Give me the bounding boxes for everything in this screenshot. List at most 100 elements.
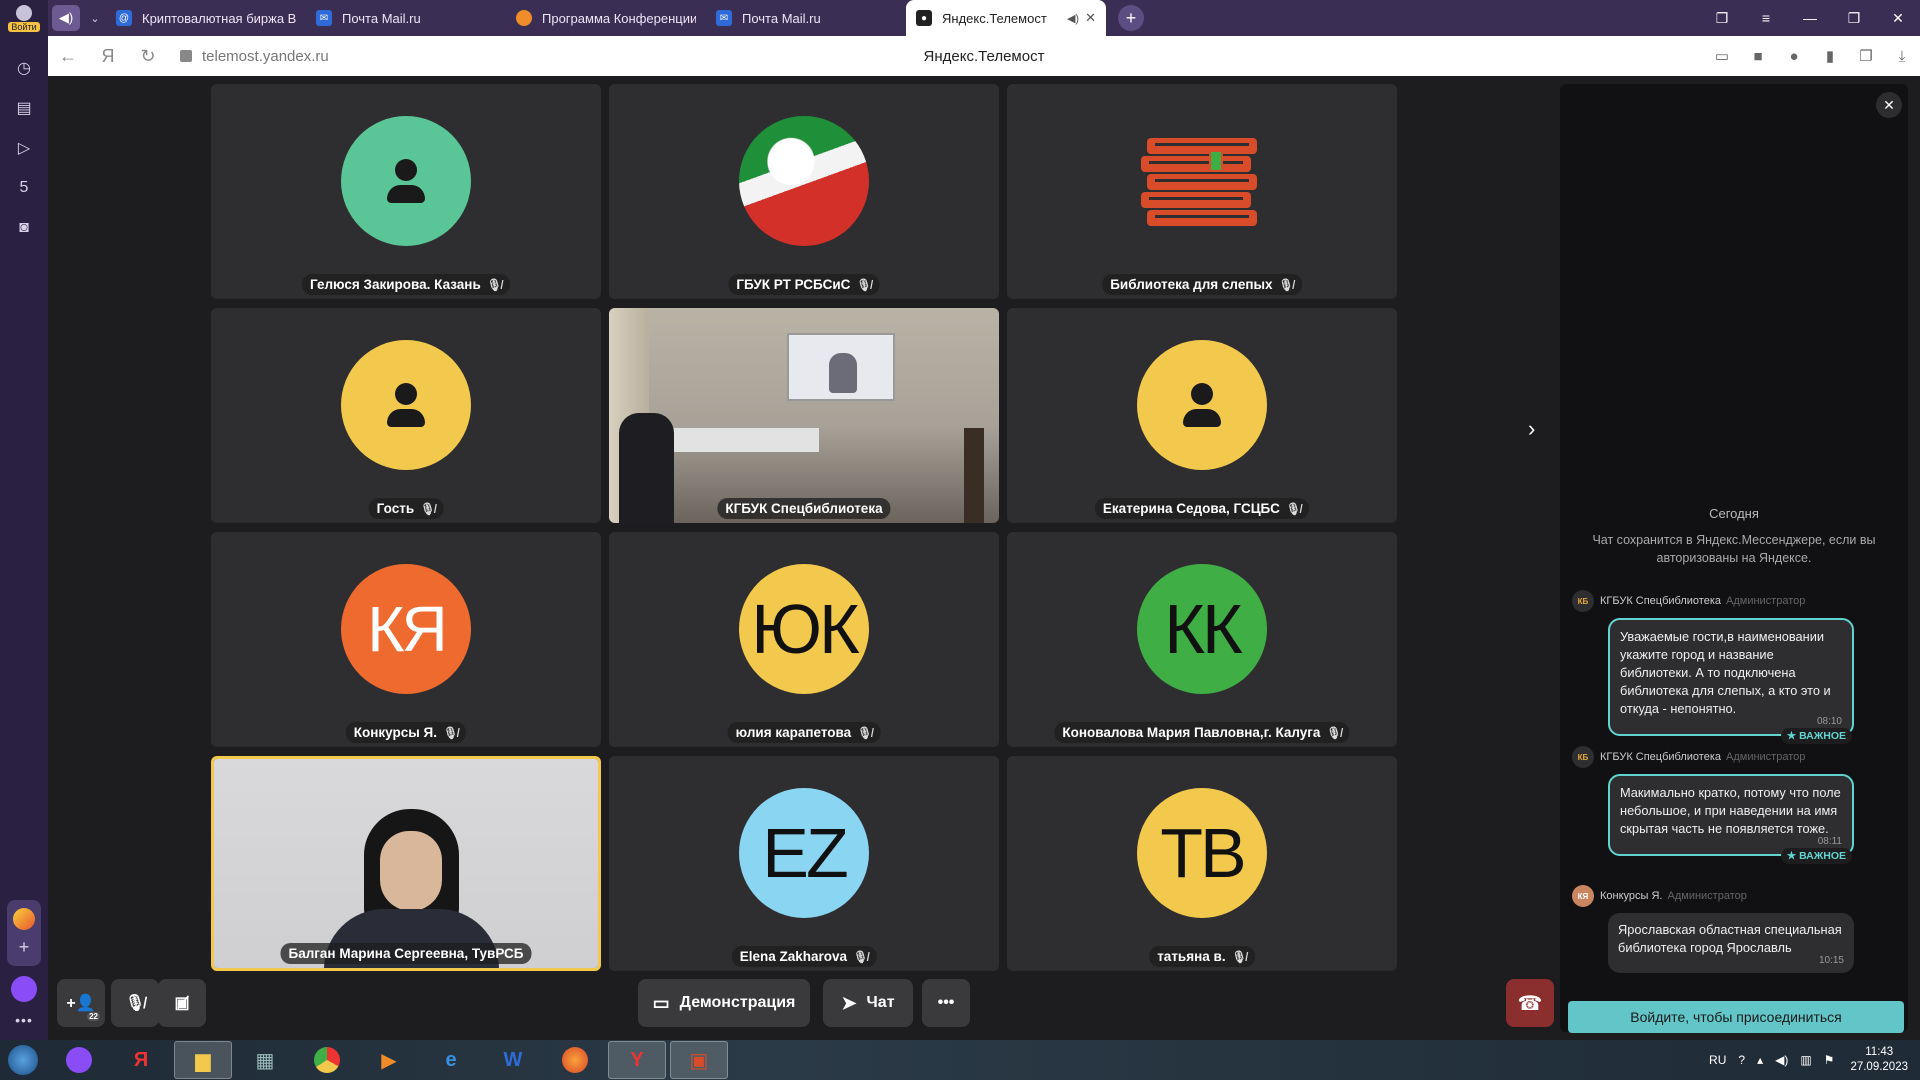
presentation-app-icon[interactable]: ▣ (670, 1041, 728, 1079)
url-field[interactable]: telemost.yandex.ru (180, 48, 329, 65)
initials-avatar: ТВ (1137, 788, 1267, 918)
restore-button[interactable]: ❐ (1832, 0, 1876, 36)
message-author: КГБУК Спецбиблиотека (1600, 751, 1721, 763)
more-options-button[interactable]: ••• (922, 979, 970, 1027)
next-page-chevron-icon[interactable]: › (1528, 416, 1535, 442)
screenshot-icon[interactable]: ◙ (10, 214, 38, 242)
message-role: Администратор (1667, 890, 1747, 902)
microphone-icon[interactable]: ● (1776, 36, 1812, 76)
language-indicator[interactable]: RU (1709, 1053, 1726, 1067)
new-tab-button[interactable]: + (1118, 5, 1144, 31)
flag-icon[interactable]: ⚑ (1824, 1053, 1835, 1067)
add-icon[interactable]: + (19, 937, 30, 958)
word-icon[interactable]: W (484, 1041, 542, 1079)
bookmarks-icon[interactable]: ❐ (1700, 0, 1744, 36)
yandex-icon[interactable]: Я (88, 36, 128, 76)
login-label: Войти (8, 21, 40, 32)
minimize-button[interactable]: — (1788, 0, 1832, 36)
sound-icon[interactable]: ◀) (52, 5, 80, 31)
initials-avatar: КЯ (341, 564, 471, 694)
windows-logo-icon (8, 1045, 38, 1075)
login-button[interactable]: Войти (0, 0, 48, 36)
tab-mail-2[interactable]: ✉ Почта Mail.ru (706, 0, 906, 36)
games-icon[interactable] (13, 907, 35, 930)
message-bubble[interactable]: Уважаемые гости,в наименовании укажите г… (1608, 618, 1854, 736)
camera-icon[interactable]: ■ (1740, 36, 1776, 76)
media-player-icon[interactable]: ▶ (360, 1041, 418, 1079)
camera-off-button[interactable]: ▣̸ (158, 979, 206, 1027)
yandex-app-icon[interactable]: Я (112, 1041, 170, 1079)
mic-off-icon: 🎙︎̸ (442, 725, 459, 740)
message-bubble[interactable]: Макимально кратко, потому что поле небол… (1608, 774, 1854, 856)
participant-tile[interactable]: ТВ татьяна в. 🎙︎̸ (1007, 756, 1397, 971)
bookmark-icon[interactable]: ▮ (1812, 36, 1848, 76)
window-controls: ❐ ≡ — ❐ ✕ (1700, 0, 1920, 36)
history-icon[interactable]: ◷ (10, 54, 38, 82)
chevron-down-icon[interactable]: ⌄ (84, 5, 106, 31)
page-title: Яндекс.Телемост (923, 47, 1045, 65)
participant-tile[interactable]: КК Коновалова Мария Павловна,г. Калуга 🎙︎… (1007, 532, 1397, 747)
add-participant-button[interactable]: +👤 22 (57, 979, 105, 1027)
chrome-icon[interactable] (298, 1041, 356, 1079)
back-icon[interactable]: ← (48, 36, 88, 76)
participant-video-tile-speaking[interactable]: Балган Марина Сергеевна, ТувРСБ (211, 756, 601, 971)
tab-program[interactable]: Программа Конференции (506, 0, 706, 36)
hang-up-button[interactable]: ☎ (1506, 979, 1554, 1027)
media-app-icon[interactable]: ▦ (236, 1041, 294, 1079)
clock[interactable]: 11:43 27.09.2023 (1850, 1045, 1908, 1075)
participant-tile[interactable]: EZ Elena Zakharova 🎙︎̸ (609, 756, 999, 971)
reload-icon[interactable]: ↻ (128, 36, 168, 76)
network-icon[interactable]: ▥ (1800, 1053, 1811, 1067)
participant-tile[interactable]: ЮК юлия карапетова 🎙︎̸ (609, 532, 999, 747)
tab-telemost[interactable]: ● Яндекс.Телемост ◀) ✕ (906, 0, 1106, 36)
yandex-browser-icon[interactable]: Y (608, 1041, 666, 1079)
tab-title: Почта Mail.ru (342, 10, 421, 26)
lock-icon (180, 50, 192, 62)
participant-name: Екатерина Седова, ГСЦБС 🎙︎̸ (1094, 498, 1310, 519)
browser-tab-bar: Войти ◀) ⌄ @ Криптовалютная биржа B ✉ По… (0, 0, 1920, 36)
firefox-icon[interactable] (546, 1041, 604, 1079)
chat-button[interactable]: ➤ Чат (823, 979, 913, 1027)
menu-icon[interactable]: ≡ (1744, 0, 1788, 36)
participant-tile[interactable]: КЯ Конкурсы Я. 🎙︎̸ (211, 532, 601, 747)
mute-button[interactable]: 🎙︎̸ (111, 979, 159, 1027)
message-text: Уважаемые гости,в наименовании укажите г… (1620, 629, 1831, 716)
participant-name: Коновалова Мария Павловна,г. Калуга 🎙︎̸ (1054, 722, 1350, 743)
participant-tile[interactable]: Гость 🎙︎̸ (211, 308, 601, 523)
chat-notice: Чат сохранится в Яндекс.Мессенджере, есл… (1592, 533, 1876, 565)
chat-panel: ✕ Сегодня Чат сохранится в Яндекс.Мессен… (1560, 84, 1908, 1033)
close-icon[interactable]: ✕ (1085, 10, 1096, 26)
download-icon[interactable]: ⤓ (1884, 36, 1920, 76)
phone-hangup-icon: ☎ (1517, 992, 1543, 1015)
extensions-icon[interactable]: ❐ (1848, 36, 1884, 76)
start-button[interactable] (0, 1040, 46, 1080)
join-chat-button[interactable]: Войдите, чтобы присоединиться (1568, 1001, 1904, 1033)
file-explorer-icon[interactable]: ▆ (174, 1041, 232, 1079)
screen-share-button[interactable]: ▭ Демонстрация (638, 979, 810, 1027)
participant-tile[interactable]: Гелюся Закирова. Казань 🎙︎̸ (211, 84, 601, 299)
play-icon[interactable]: ▷ (10, 134, 38, 162)
volume-icon[interactable]: ◀) (1775, 1053, 1788, 1067)
close-icon[interactable]: ✕ (1876, 92, 1902, 118)
tab-crypto[interactable]: @ Криптовалютная биржа B (106, 0, 306, 36)
conference-stage: Гелюся Закирова. Казань 🎙︎̸ ГБУК РТ РСБСи… (48, 76, 1920, 1040)
close-window-button[interactable]: ✕ (1876, 0, 1920, 36)
alice-icon[interactable] (11, 976, 37, 1002)
tab-title: Криптовалютная биржа B (142, 10, 296, 26)
participant-name: юлия карапетова 🎙︎̸ (727, 722, 881, 743)
collections-icon[interactable]: ▤ (10, 94, 38, 122)
participant-video-tile[interactable]: КГБУК Спецбиблиотека (609, 308, 999, 523)
tab-sound-icon[interactable]: ◀) (1067, 12, 1079, 25)
participant-tile[interactable]: Библиотека для слепых 🎙︎̸ (1007, 84, 1397, 299)
participant-tile[interactable]: ГБУК РТ РСБСиС 🎙︎̸ (609, 84, 999, 299)
message-bubble[interactable]: Ярославская областная специальная библио… (1608, 913, 1854, 973)
tab-mail-1[interactable]: ✉ Почта Mail.ru (306, 0, 506, 36)
internet-explorer-icon[interactable]: e (422, 1041, 480, 1079)
alice-app-icon[interactable] (50, 1041, 108, 1079)
share-screen-icon[interactable]: ▭ (1704, 36, 1740, 76)
participant-tile[interactable]: Екатерина Седова, ГСЦБС 🎙︎̸ (1007, 308, 1397, 523)
tray-expand-icon[interactable]: ▴ (1757, 1053, 1763, 1067)
help-icon[interactable]: ? (1738, 1053, 1745, 1067)
five-icon[interactable]: 5 (10, 174, 38, 202)
more-icon[interactable]: ••• (15, 1012, 33, 1028)
